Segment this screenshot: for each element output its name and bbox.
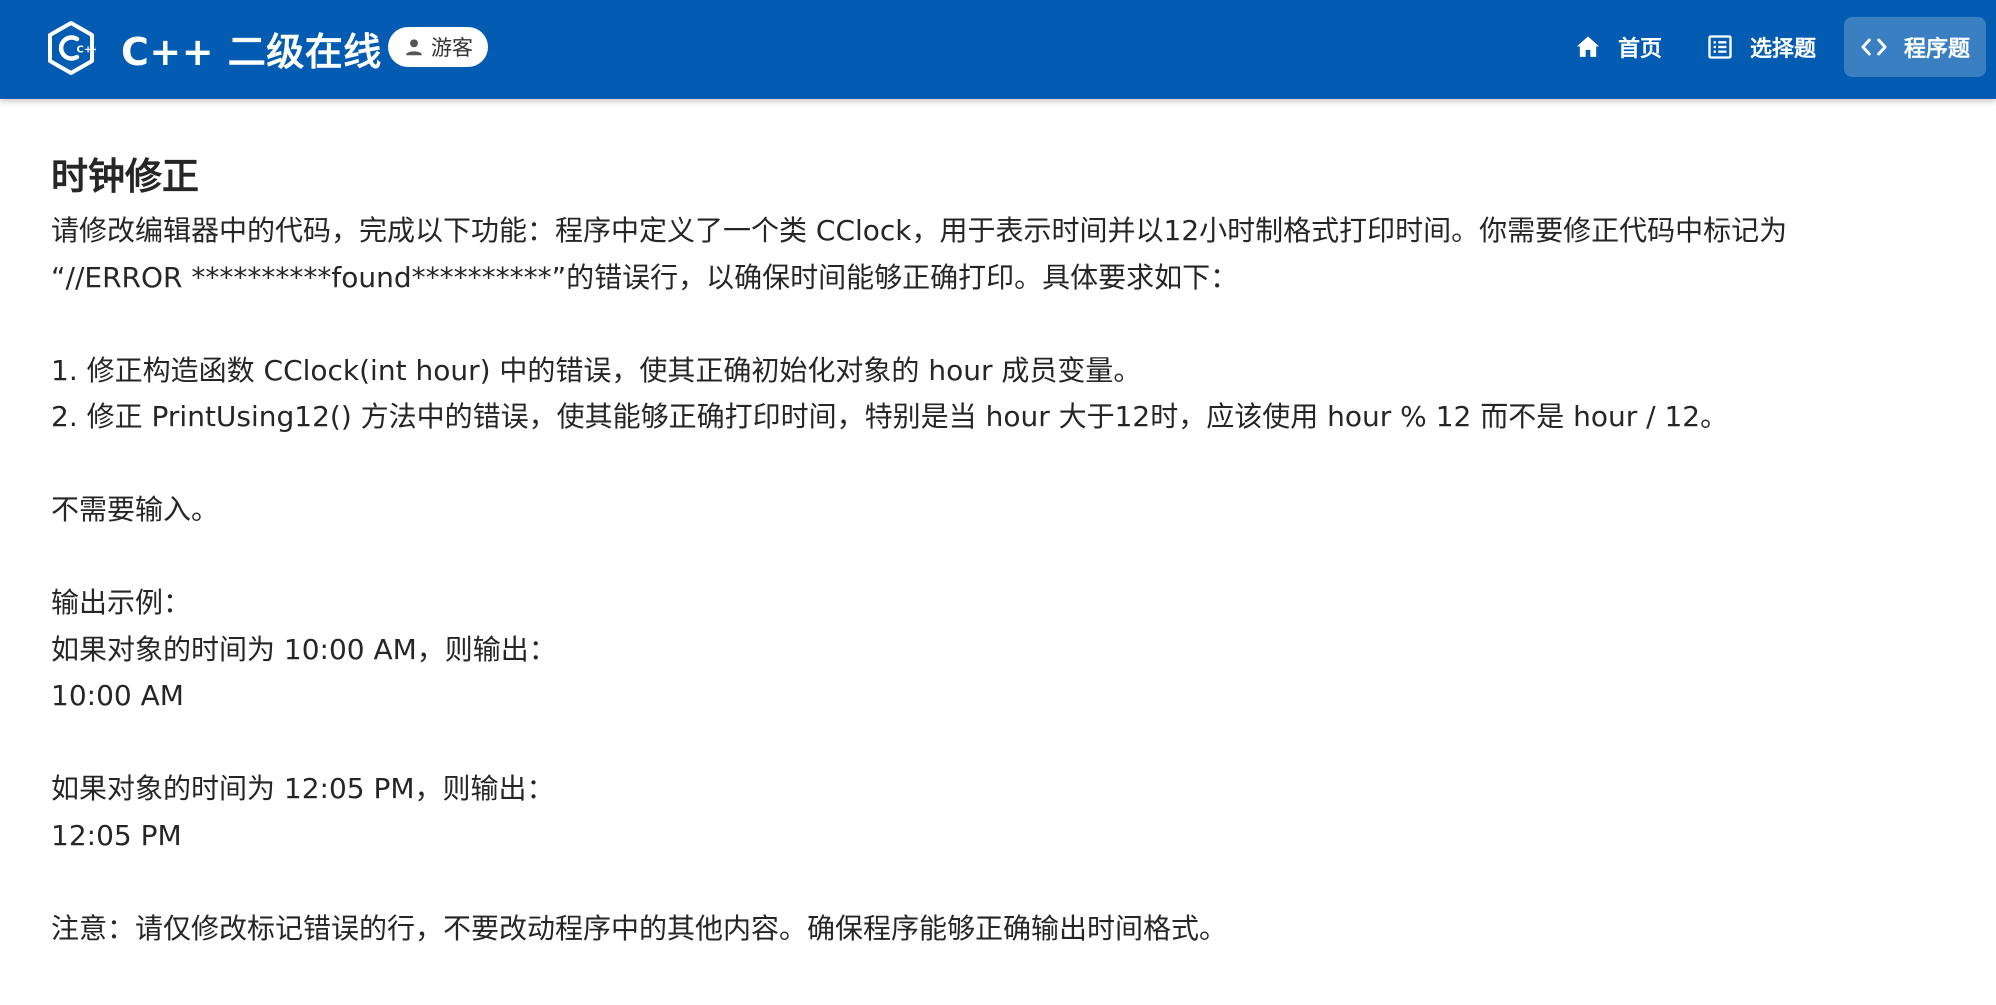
main-nav: 首页 选择题 程序题 xyxy=(1558,17,1986,77)
problem-title: 时钟修正 xyxy=(51,155,199,198)
problem-description: 请修改编辑器中的代码，完成以下功能：程序中定义了一个类 CClock，用于表示时… xyxy=(51,214,1788,945)
nav-item-home[interactable]: 首页 xyxy=(1558,17,1678,77)
guest-badge: 游客 xyxy=(388,27,488,67)
problem-content: 时钟修正 请修改编辑器中的代码，完成以下功能：程序中定义了一个类 CClock，… xyxy=(51,150,1931,952)
nav-item-program[interactable]: 程序题 xyxy=(1843,17,1986,77)
nav-label-program: 程序题 xyxy=(1903,37,1970,62)
home-icon xyxy=(1576,36,1600,57)
app-title: C++ 二级在线 xyxy=(121,29,382,74)
top-navbar: C++ C++ 二级在线 游客 首页 选择题 xyxy=(0,0,1996,99)
cpp-logo-icon: C++ xyxy=(48,21,97,75)
nav-label-home: 首页 xyxy=(1617,37,1662,62)
nav-label-choice: 选择题 xyxy=(1749,37,1816,62)
guest-label: 游客 xyxy=(431,36,473,60)
nav-item-choice[interactable]: 选择题 xyxy=(1690,17,1832,77)
logo-text: C++ xyxy=(77,45,97,56)
brand-link[interactable]: C++ C++ 二级在线 xyxy=(46,20,382,76)
list-icon xyxy=(1708,35,1732,59)
user-icon xyxy=(406,39,422,56)
code-icon xyxy=(1861,38,1887,56)
